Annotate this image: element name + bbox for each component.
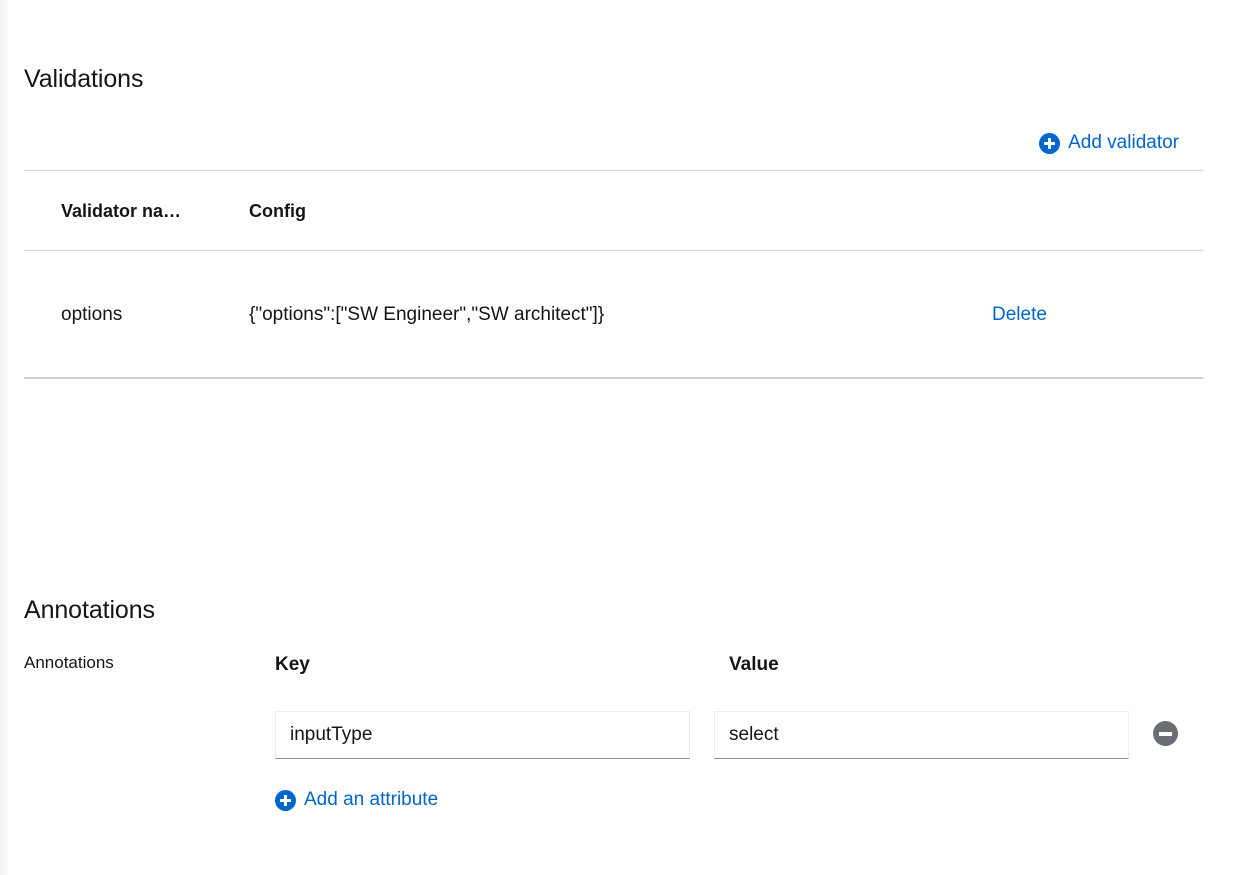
column-header-validator-name: Validator na… [61, 199, 181, 223]
add-validator-button[interactable]: Add validator [1039, 131, 1179, 155]
annotation-value-input[interactable] [714, 711, 1129, 759]
annotations-section-title: Annotations [24, 595, 155, 625]
plus-circle-icon [275, 790, 296, 811]
validations-table-bottom-border [24, 377, 1203, 379]
form-page: Validations Add validator Validator na… … [0, 0, 1251, 875]
table-row-config: {"options":["SW Engineer","SW architect"… [249, 302, 604, 328]
validations-table-header-border [24, 250, 1203, 251]
delete-validator-button[interactable]: Delete [992, 302, 1047, 328]
validations-table-top-border [24, 170, 1203, 171]
column-header-config: Config [249, 199, 306, 223]
column-header-value: Value [729, 653, 779, 677]
minus-circle-icon[interactable] [1153, 721, 1178, 746]
add-attribute-label: Add an attribute [304, 788, 438, 812]
validations-section-title: Validations [24, 64, 143, 94]
table-row-validator-name: options [61, 302, 122, 328]
annotations-field-label: Annotations [24, 652, 114, 674]
add-validator-label: Add validator [1068, 131, 1179, 155]
plus-circle-icon [1039, 133, 1060, 154]
column-header-key: Key [275, 653, 310, 677]
add-attribute-button[interactable]: Add an attribute [275, 788, 438, 812]
annotation-key-input[interactable] [275, 711, 690, 759]
